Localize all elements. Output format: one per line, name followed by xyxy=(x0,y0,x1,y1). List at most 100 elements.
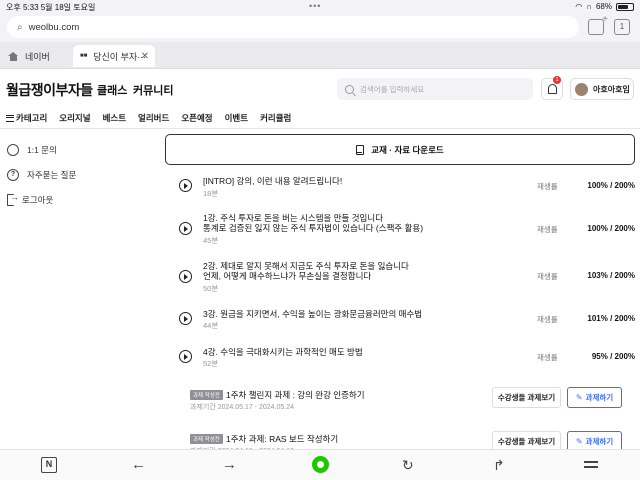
lesson-title: 1강. 주식 투자로 돈을 버는 시스템을 만들 것입니다 xyxy=(203,213,384,223)
user-menu-button[interactable]: 아호아호임 xyxy=(570,78,634,100)
nav-earlybird[interactable]: 얼리버드 xyxy=(138,112,169,124)
battery-icon xyxy=(616,2,634,11)
divider xyxy=(0,128,640,129)
chat-icon xyxy=(7,144,19,156)
lesson-rate: 95% / 200% xyxy=(591,352,635,361)
search-input[interactable]: 검색어를 입력하세요 xyxy=(337,78,533,100)
address-bar[interactable]: ⌕ weolbu.com xyxy=(7,16,579,38)
multitask-dots[interactable]: ••• xyxy=(309,1,321,11)
rate-label: 재생률 xyxy=(537,225,558,234)
plus-icon: + xyxy=(602,14,608,25)
download-label: 교재 · 자료 다운로드 xyxy=(371,144,444,155)
rate-label: 재생률 xyxy=(537,353,558,362)
lesson-title: 4강. 수익을 극대화시키는 과학적인 매도 방법 xyxy=(203,347,363,357)
sidebar-item-label: 1:1 문의 xyxy=(27,145,57,155)
do-assignment-button[interactable]: ✎ 과제하기 xyxy=(567,387,622,408)
view-peer-assignments-button[interactable]: 수강생들 과제보기 xyxy=(492,387,561,408)
forward-arrow-icon[interactable]: → xyxy=(222,457,238,473)
lesson-duration: 44분 xyxy=(203,321,219,330)
battery-percent: 68% xyxy=(595,2,612,11)
play-icon[interactable] xyxy=(179,222,192,235)
nav-original[interactable]: 오리지널 xyxy=(59,112,90,124)
menu-icon[interactable] xyxy=(584,457,600,473)
assignment-period: 과제기간 2024.05.17 - 2024.05.24 xyxy=(190,404,294,411)
lesson-title: [INTRO] 강의, 이런 내용 알려드립니다! xyxy=(203,176,343,186)
lesson-rate: 100% / 200% xyxy=(587,224,635,233)
lesson-rate: 103% / 200% xyxy=(587,271,635,280)
lesson-title: 2강. 제대로 알지 못해서 지금도 주식 투자로 돈을 잃습니다 xyxy=(203,261,409,271)
nav-curriculum[interactable]: 커리큘럼 xyxy=(260,112,291,124)
nav-event[interactable]: 이벤트 xyxy=(225,112,248,124)
lesson-rate: 101% / 200% xyxy=(587,314,635,323)
sidebar-item-faq[interactable]: ? 자주묻는 질문 xyxy=(7,169,76,181)
pencil-icon: ✎ xyxy=(575,393,583,402)
tab-weolbu[interactable]: ■■ 당신이 부자··· ✕ xyxy=(73,45,155,67)
pencil-icon: ✎ xyxy=(575,437,583,446)
lesson-title-line2: 언제, 어떻게 매수하느냐가 무손실을 결정합니다 xyxy=(203,271,372,281)
notification-button[interactable]: 1 xyxy=(541,76,563,100)
tab-count-button[interactable]: 1 xyxy=(614,19,630,35)
status-right: ◠ ∩ 68% xyxy=(575,2,634,11)
sidebar-item-inquiry[interactable]: 1:1 문의 xyxy=(7,144,57,156)
lesson-duration: 45분 xyxy=(203,236,219,245)
help-icon: ? xyxy=(7,169,19,181)
rate-label: 재생률 xyxy=(537,315,558,324)
browser-toolbar: N ← → ↻ ↱ xyxy=(0,449,640,480)
sidebar-item-label: 로그아웃 xyxy=(22,195,54,205)
sidebar-item-logout[interactable]: 로그아웃 xyxy=(7,192,54,206)
lesson-duration: 52분 xyxy=(203,359,219,368)
rate-label: 재생률 xyxy=(537,272,558,281)
headphones-icon: ∩ xyxy=(586,2,592,11)
new-tab-button[interactable]: + xyxy=(588,14,608,35)
back-arrow-icon[interactable]: ← xyxy=(131,457,147,473)
status-bar: 오후 5:33 5월 18일 토요일 ••• ◠ ∩ 68% xyxy=(0,0,640,13)
search-placeholder: 검색어를 입력하세요 xyxy=(360,84,425,94)
home-icon xyxy=(8,51,19,61)
wifi-icon: ◠ xyxy=(575,2,583,11)
weolbu-favicon-icon: ■■ xyxy=(80,53,88,59)
site-logo[interactable]: 월급쟁이부자들 xyxy=(6,80,93,100)
lesson-duration: 18분 xyxy=(203,189,219,198)
green-dot-home-icon[interactable] xyxy=(312,456,329,473)
status-badge: 과제 작성전 xyxy=(190,434,223,444)
nav-class[interactable]: 클래스 xyxy=(97,82,127,98)
status-badge: 과제 작성전 xyxy=(190,390,223,400)
materials-download-button[interactable]: 교재 · 자료 다운로드 xyxy=(165,134,635,165)
category-label: 카테고리 xyxy=(16,113,48,123)
do-assignment-label: 과제하기 xyxy=(585,393,614,402)
search-icon xyxy=(345,84,354,94)
naver-n-icon[interactable]: N xyxy=(41,457,57,473)
nav-upcoming[interactable]: 오픈예정 xyxy=(181,112,212,124)
sidebar-item-label: 자주묻는 질문 xyxy=(27,170,77,180)
bell-icon xyxy=(548,84,557,94)
tab-label: 네이버 xyxy=(25,51,50,62)
category-menu-button[interactable]: 카테고리 xyxy=(6,112,47,124)
close-icon[interactable]: ✕ xyxy=(141,51,149,62)
lesson-title: 3강. 원금을 지키면서, 수익을 높이는 광화문금융러만의 매수법 xyxy=(203,309,423,319)
category-nav: 카테고리 오리지널 베스트 얼리버드 오픈예정 이벤트 커리큘럼 xyxy=(6,112,303,124)
hamburger-icon xyxy=(6,114,14,122)
reload-icon[interactable]: ↻ xyxy=(402,457,418,473)
nav-best[interactable]: 베스트 xyxy=(103,112,126,124)
book-icon xyxy=(356,144,365,155)
tab-naver[interactable]: 네이버 xyxy=(0,45,72,67)
do-assignment-label: 과제하기 xyxy=(585,437,614,446)
url-text: weolbu.com xyxy=(28,21,80,33)
notification-badge: 1 xyxy=(553,76,561,84)
lesson-rate: 100% / 200% xyxy=(587,181,635,190)
assignment-title: 1주차 챌린지 과제 : 강의 완강 인증하기 xyxy=(226,390,365,400)
play-icon[interactable] xyxy=(179,350,192,363)
lesson-duration: 50분 xyxy=(203,284,219,293)
share-icon[interactable]: ↱ xyxy=(493,457,509,473)
play-icon[interactable] xyxy=(179,270,192,283)
play-icon[interactable] xyxy=(179,179,192,192)
status-time: 오후 5:33 5월 18일 토요일 xyxy=(6,3,96,12)
nav-community[interactable]: 커뮤니티 xyxy=(133,82,173,98)
rate-label: 재생률 xyxy=(537,182,558,191)
tab-row: 네이버 ■■ 당신이 부자··· ✕ xyxy=(0,42,640,69)
logout-icon xyxy=(7,192,19,206)
play-icon[interactable] xyxy=(179,312,192,325)
username: 아호아호임 xyxy=(593,84,630,94)
search-icon: ⌕ xyxy=(17,21,23,33)
avatar xyxy=(575,82,588,96)
